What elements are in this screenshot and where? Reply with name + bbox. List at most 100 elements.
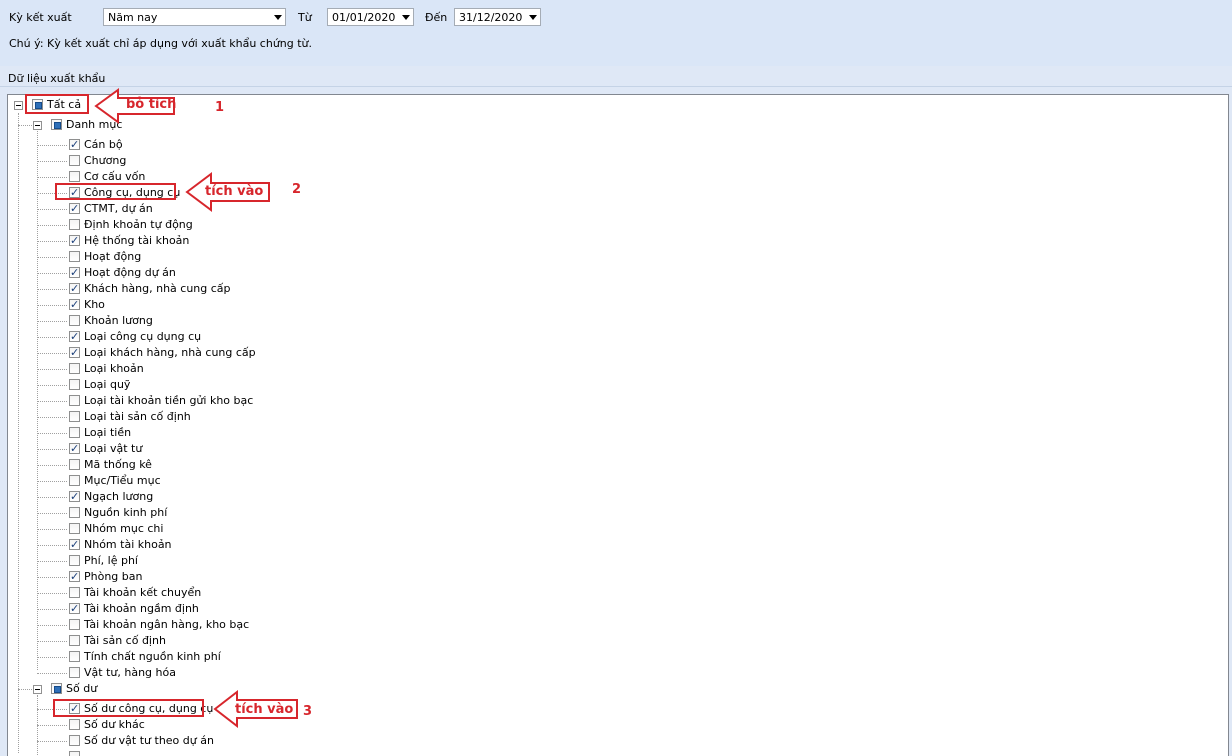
tree-item[interactable]: Cán bộ: [8, 137, 1008, 153]
tree-item-so-du[interactable]: Số dư: [8, 681, 1008, 697]
tree-item-label: Loại vật tư: [84, 442, 143, 455]
tree-item[interactable]: Số dư vật tư theo dự án: [8, 733, 1008, 749]
checkbox[interactable]: [69, 281, 80, 297]
tree-item-label: Loại khoản: [84, 362, 144, 375]
tree-item[interactable]: Số dư khác: [8, 717, 1008, 733]
checkbox[interactable]: [69, 251, 80, 262]
tree-item[interactable]: Tài khoản ngầm định: [8, 601, 1008, 617]
tree-item[interactable]: Khách hàng, nhà cung cấp: [8, 281, 1008, 297]
tree-item-label: Tài khoản ngân hàng, kho bạc: [84, 618, 250, 631]
tree-item[interactable]: Loại tài sản cố định: [8, 409, 1008, 425]
tree-item-label: Định khoản tự động: [84, 218, 193, 231]
checkbox[interactable]: [69, 475, 80, 486]
tree-item[interactable]: Chương: [8, 153, 1008, 169]
tree-item[interactable]: Loại khoản: [8, 361, 1008, 377]
tree-item[interactable]: CTMT, dự án: [8, 201, 1008, 217]
checkbox[interactable]: [69, 719, 80, 730]
checkbox[interactable]: [69, 219, 80, 230]
tree-item-label: Chương: [84, 154, 127, 167]
checkbox[interactable]: [69, 233, 80, 249]
tree-item-label: Số dư khác: [84, 718, 145, 731]
to-date-value: 31/12/2020: [459, 11, 523, 24]
chevron-down-icon: [529, 15, 537, 20]
checkbox[interactable]: [69, 395, 80, 406]
annotation-text-3: tích vào: [235, 702, 294, 717]
period-dropdown[interactable]: Năm nay: [103, 8, 286, 26]
checkbox[interactable]: [69, 201, 80, 217]
tree-item[interactable]: Mục/Tiểu mục: [8, 473, 1008, 489]
tree-item[interactable]: Hoạt động: [8, 249, 1008, 265]
tree-item[interactable]: Định khoản tự động: [8, 217, 1008, 233]
tree-item[interactable]: Khoản lương: [8, 313, 1008, 329]
checkbox[interactable]: [69, 265, 80, 281]
tree-item[interactable]: Nhóm mục chi: [8, 521, 1008, 537]
checkbox[interactable]: [69, 751, 80, 756]
checkbox[interactable]: [69, 619, 80, 630]
tree-item-label: Tài khoản kết chuyển: [84, 586, 202, 599]
checkbox[interactable]: [69, 155, 80, 166]
tree-item[interactable]: Phí, lệ phí: [8, 553, 1008, 569]
checkbox[interactable]: [69, 489, 80, 505]
tree-item-label: Loại quỹ: [84, 378, 131, 391]
tree-item[interactable]: Kho: [8, 297, 1008, 313]
collapse-icon[interactable]: [33, 685, 42, 694]
checkbox[interactable]: [69, 137, 80, 153]
tree-item[interactable]: Vật tư, hàng hóa: [8, 665, 1008, 681]
checkbox[interactable]: [69, 171, 80, 182]
checkbox[interactable]: [69, 667, 80, 678]
tree-item[interactable]: Tài khoản ngân hàng, kho bạc: [8, 617, 1008, 633]
tree-item[interactable]: Tài khoản kết chuyển: [8, 585, 1008, 601]
tree-item[interactable]: Tài sản cố định: [8, 633, 1008, 649]
tree-item[interactable]: Hệ thống tài khoản: [8, 233, 1008, 249]
tree-item[interactable]: Mã thống kê: [8, 457, 1008, 473]
annotation-box-1: [25, 94, 89, 114]
tree-item[interactable]: Loại tài khoản tiền gửi kho bạc: [8, 393, 1008, 409]
checkbox[interactable]: [69, 363, 80, 374]
tree-item[interactable]: Nhóm tài khoản: [8, 537, 1008, 553]
checkbox[interactable]: [69, 587, 80, 598]
tree-item[interactable]: Loại tiền: [8, 425, 1008, 441]
tree-item-label: Phí, lệ phí: [84, 554, 138, 567]
collapse-icon[interactable]: [14, 101, 23, 110]
checkbox[interactable]: [69, 651, 80, 662]
tree-item[interactable]: Hoạt động dự án: [8, 265, 1008, 281]
tree-item[interactable]: Loại vật tư: [8, 441, 1008, 457]
checkbox[interactable]: [69, 315, 80, 326]
tree-item[interactable]: Tính chất nguồn kinh phí: [8, 649, 1008, 665]
to-label: Đến: [425, 11, 448, 24]
tree-item[interactable]: Nguồn kinh phí: [8, 505, 1008, 521]
tree-item[interactable]: [8, 749, 1008, 756]
checkbox[interactable]: [69, 459, 80, 470]
tree-item[interactable]: Loại công cụ dụng cụ: [8, 329, 1008, 345]
checkbox[interactable]: [69, 345, 80, 361]
annotation-box-2: [55, 183, 176, 200]
period-label: Kỳ kết xuất: [9, 11, 72, 24]
checkbox[interactable]: [69, 411, 80, 422]
tree-item[interactable]: Loại quỹ: [8, 377, 1008, 393]
from-label: Từ: [298, 11, 312, 24]
annotation-number-3: 3: [303, 704, 313, 719]
checkbox[interactable]: [69, 537, 80, 553]
to-date-picker[interactable]: 31/12/2020: [454, 8, 541, 26]
checkbox[interactable]: [69, 635, 80, 646]
tree-item[interactable]: Loại khách hàng, nhà cung cấp: [8, 345, 1008, 361]
checkbox[interactable]: [51, 119, 62, 130]
checkbox[interactable]: [69, 555, 80, 566]
checkbox[interactable]: [69, 379, 80, 390]
checkbox[interactable]: [69, 523, 80, 534]
checkbox[interactable]: [51, 683, 62, 694]
checkbox[interactable]: [69, 601, 80, 617]
tree-item[interactable]: Phòng ban: [8, 569, 1008, 585]
checkbox[interactable]: [69, 329, 80, 345]
checkbox[interactable]: [69, 427, 80, 438]
checkbox[interactable]: [69, 297, 80, 313]
collapse-icon[interactable]: [33, 121, 42, 130]
tree-item-label: Hoạt động dự án: [84, 266, 176, 279]
tree-item-label: Hoạt động: [84, 250, 142, 263]
checkbox[interactable]: [69, 735, 80, 746]
checkbox[interactable]: [69, 569, 80, 585]
checkbox[interactable]: [69, 507, 80, 518]
checkbox[interactable]: [69, 441, 80, 457]
from-date-picker[interactable]: 01/01/2020: [327, 8, 414, 26]
tree-item[interactable]: Ngạch lương: [8, 489, 1008, 505]
